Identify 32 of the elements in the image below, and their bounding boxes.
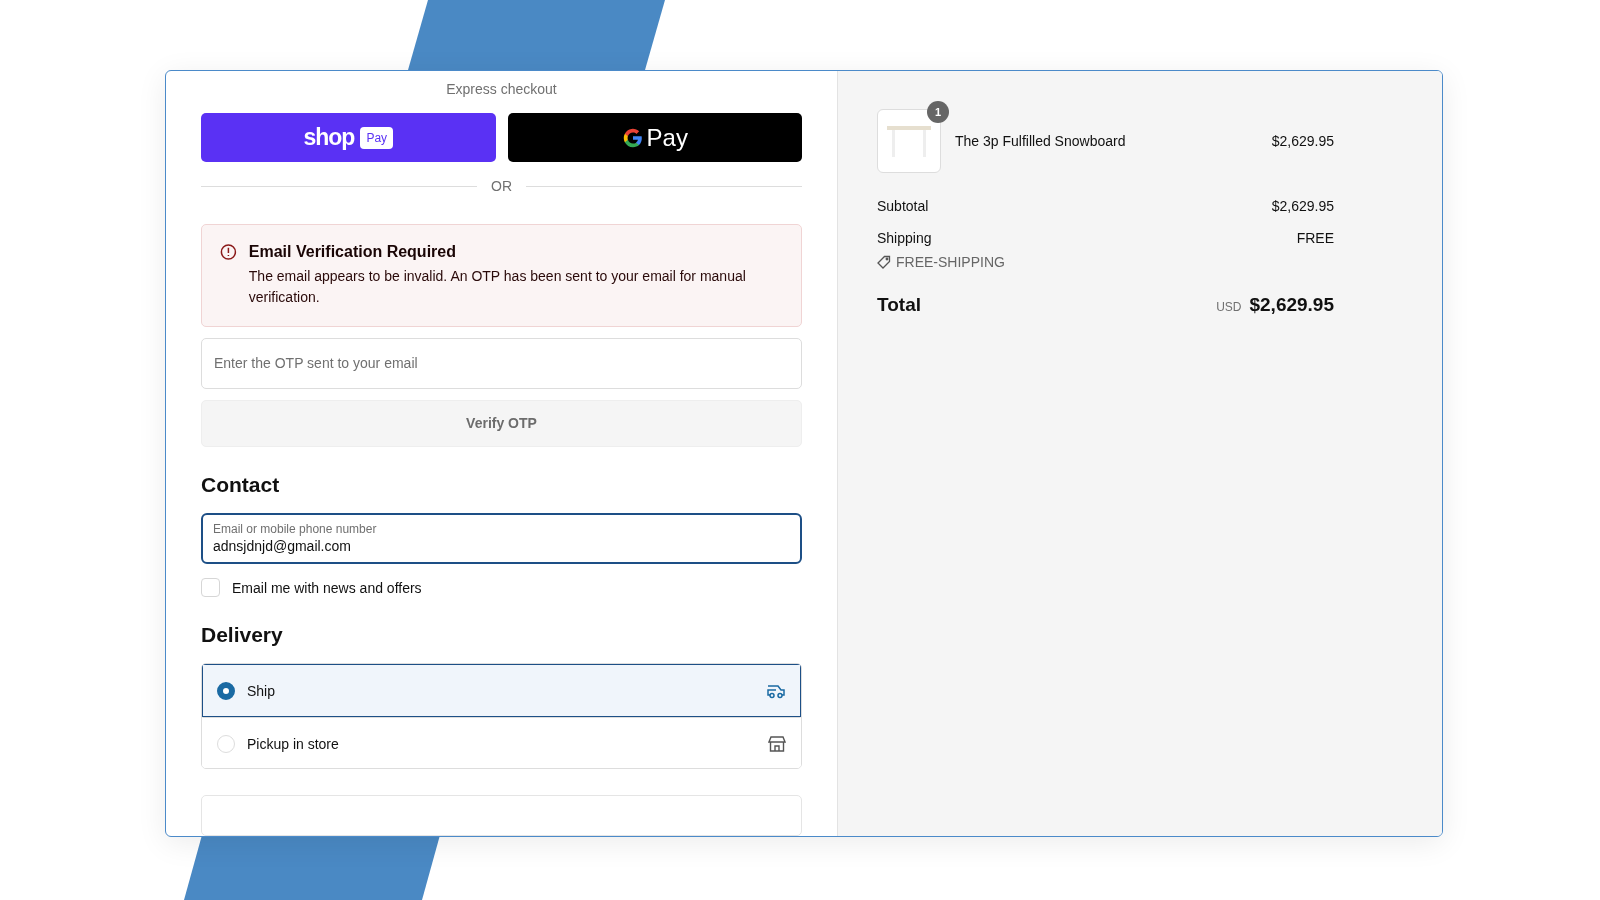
alert-message: The email appears to be invalid. An OTP has been sent to your email for manual verification. [248,267,747,307]
product-name: The 3p Fulfilled Snowboard [955,133,1127,149]
warning-icon [220,243,237,261]
delivery-option[interactable]: Pickup in store [202,717,801,768]
shipping-label: Shipping [877,230,932,246]
delivery-heading: Delivery [201,623,284,648]
shipping-value: FREE [1296,230,1334,246]
google-pay-button[interactable]: Pay [507,113,802,162]
tag-icon [877,255,891,269]
store-icon [768,734,786,753]
newsletter-checkbox[interactable] [201,578,220,598]
discount-code: FREE-SHIPPING [896,254,1005,270]
verify-otp-button[interactable]: Verify OTP [201,399,802,448]
shop-pay-button[interactable]: shop Pay [201,113,496,162]
alert-title: Email Verification Required [248,243,457,261]
newsletter-label: Email me with news and offers [232,579,422,596]
radio-button[interactable] [217,681,235,700]
email-input-field[interactable]: Email or mobile phone number adnsjdnjd@gmail.com [201,513,802,565]
subtotal-label: Subtotal [877,198,929,214]
currency-code: USD [1216,300,1242,314]
contact-heading: Contact [201,473,281,498]
total-value: $2,629.95 [1249,294,1334,316]
subtotal-value: $2,629.95 [1271,198,1334,214]
express-checkout-title: Express checkout [445,81,558,97]
otp-input-field[interactable]: Enter the OTP sent to your email [201,338,802,389]
delivery-option[interactable]: Ship [202,664,801,718]
google-g-icon [621,126,644,149]
table-icon [886,124,932,158]
or-divider-text: OR [491,178,512,194]
product-price: $2,629.95 [1271,133,1334,149]
quantity-badge: 1 [927,101,949,123]
total-label: Total [877,294,921,316]
